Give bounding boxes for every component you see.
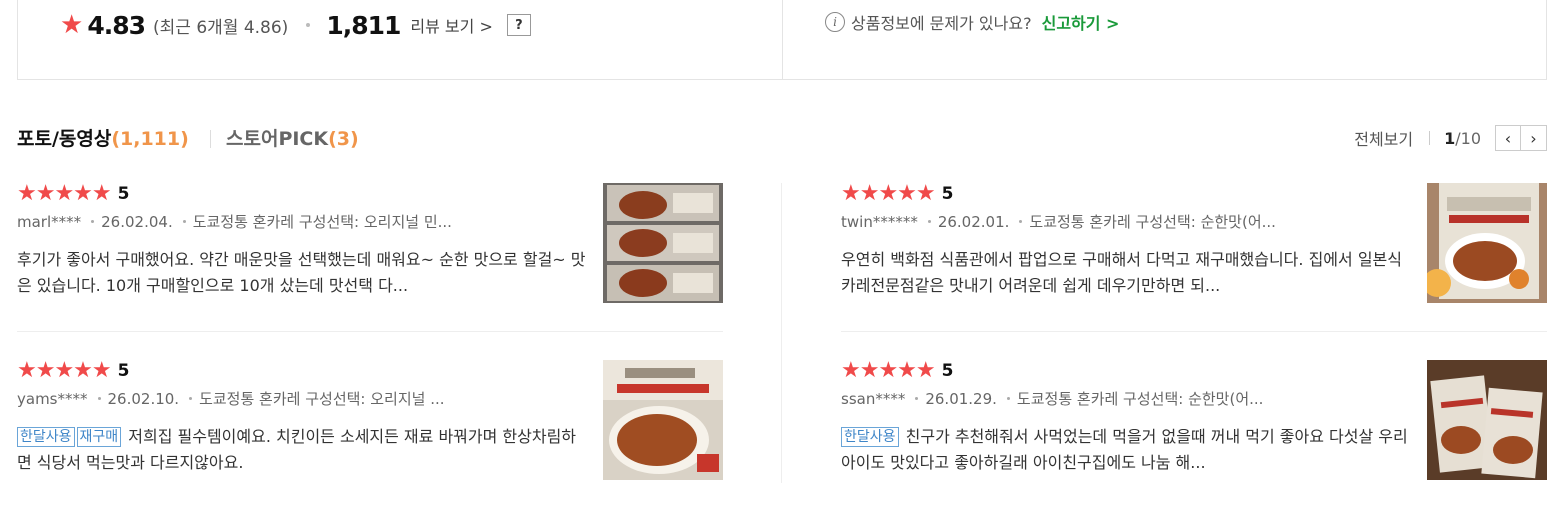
tab-photo-video[interactable]: 포토/동영상(1,111): [17, 124, 189, 151]
meta-dot: [189, 397, 193, 400]
info-icon: i: [825, 12, 845, 32]
review-meta: twin****** 26.02.01. 도쿄정통 혼카레 구성선택: 순한맛(…: [841, 211, 1361, 232]
pagination-controls: 전체보기 1/10 ‹ ›: [1354, 124, 1547, 152]
chevron-right-icon: ›: [1530, 128, 1537, 148]
review-score: 5: [117, 184, 130, 204]
tab-photo-count: (1,111): [111, 128, 189, 150]
star-rating-icon: ★★★★★: [17, 358, 112, 383]
report-question: 상품정보에 문제가 있나요?: [851, 14, 1032, 33]
help-button[interactable]: ?: [506, 14, 531, 36]
reviewer-id: yams****: [17, 389, 88, 408]
review-text: 후기가 좋아서 구매했어요. 약간 매운맛을 선택했는데 매워요~ 순한 맛으로…: [17, 250, 586, 295]
chevron-left-icon: ‹: [1504, 128, 1512, 148]
total-pages: /10: [1455, 128, 1481, 148]
review-meta: marl**** 26.02.04. 도쿄정통 혼카레 구성선택: 오리지널 민…: [17, 211, 537, 232]
tab-store-count: (3): [328, 128, 359, 150]
star-rating-icon: ★★★★★: [17, 181, 112, 206]
row-divider: [17, 331, 723, 332]
review-photo[interactable]: [1427, 360, 1547, 480]
review-date: 26.02.04.: [101, 212, 173, 231]
review-date: 26.02.01.: [937, 212, 1010, 231]
review-score: 5: [941, 184, 954, 204]
report-link[interactable]: 신고하기 >: [1042, 10, 1120, 34]
review-body: 친구가 추천해줘서 사먹었는데 먹을거 없을때 꺼내 먹기 좋아요 다섯살 우리…: [841, 427, 1408, 472]
row-divider: [841, 331, 1547, 332]
reviewer-id: twin******: [841, 212, 918, 231]
review-rating: ★★★★★ 5: [841, 360, 953, 382]
review-rating: ★★★★★ 5: [17, 183, 129, 205]
report-row: i 상품정보에 문제가 있나요? 신고하기 >: [825, 10, 1119, 34]
meta-dot: [1019, 220, 1023, 223]
rating-row: ★ 4.83 (최근 6개월 4.86) 1,811 리뷰 보기 > ?: [60, 8, 531, 42]
review-photo[interactable]: [603, 360, 723, 480]
review-score: 5: [117, 361, 130, 381]
tab-divider: [210, 130, 211, 148]
review-date: 26.01.29.: [925, 389, 997, 408]
tab-store-pick[interactable]: 스토어PICK(3): [226, 124, 359, 151]
review-text: 한달사용 재구매 저희집 필수템이예요. 치킨이든 소세지든 재료 바꿔가며 한상…: [17, 424, 587, 476]
view-reviews-link[interactable]: 리뷰 보기 >: [410, 13, 492, 37]
product-option: 도쿄정통 혼카레 구성선택: 오리지널 ...: [199, 390, 445, 408]
review-rating: ★★★★★ 5: [841, 183, 953, 205]
product-option: 도쿄정통 혼카레 구성선택: 순한맛(어...: [1029, 213, 1276, 231]
review-card[interactable]: ★★★★★ 5 twin****** 26.02.01. 도쿄정통 혼카레 구성…: [841, 183, 1547, 305]
meta-dot: [182, 220, 186, 223]
control-divider: [1429, 131, 1431, 145]
review-meta: ssan**** 26.01.29. 도쿄정통 혼카레 구성선택: 순한맛(어.…: [841, 388, 1361, 409]
prev-page-button[interactable]: ‹: [1495, 125, 1521, 151]
review-text: 한달사용 친구가 추천해줘서 사먹었는데 먹을거 없을때 꺼내 먹기 좋아요 다…: [841, 424, 1411, 476]
review-card[interactable]: ★★★★★ 5 ssan**** 26.01.29. 도쿄정통 혼카레 구성선택…: [841, 360, 1547, 482]
review-tag: 한달사용: [841, 427, 899, 447]
review-tag: 한달사용: [17, 427, 75, 447]
meta-dot: [927, 220, 931, 223]
page-indicator: 1/10: [1444, 129, 1481, 148]
reviewer-id: ssan****: [841, 389, 906, 408]
review-count: 1,811: [326, 10, 401, 40]
reviewer-id: marl****: [17, 212, 82, 231]
review-score: 5: [941, 361, 954, 381]
review-card[interactable]: ★★★★★ 5 marl**** 26.02.04. 도쿄정통 혼카레 구성선택…: [17, 183, 723, 305]
tab-store-label: 스토어PICK: [226, 128, 329, 150]
meta-dot: [915, 397, 919, 400]
next-page-button[interactable]: ›: [1521, 125, 1547, 151]
review-photo[interactable]: [1427, 183, 1547, 303]
review-text: 우연히 백화점 식품관에서 팝업으로 구매해서 다먹고 재구매했습니다. 집에서…: [841, 250, 1402, 295]
separator-dot: [306, 23, 311, 27]
meta-dot: [97, 397, 101, 400]
average-rating: 4.83: [87, 10, 146, 40]
review-tag: 재구매: [76, 427, 122, 447]
review-photo[interactable]: [603, 183, 723, 303]
view-all-link[interactable]: 전체보기: [1354, 126, 1413, 150]
recent-rating: (최근 6개월 4.86): [153, 17, 289, 38]
photo-review-header: 포토/동영상(1,111) 스토어PICK(3) 전체보기 1/10 ‹ ›: [17, 124, 1547, 154]
summary-divider: [782, 0, 783, 79]
current-page: 1: [1444, 128, 1456, 148]
review-card[interactable]: ★★★★★ 5 yams**** 26.02.10. 도쿄정통 혼카레 구성선택…: [17, 360, 723, 482]
review-rating: ★★★★★ 5: [17, 360, 129, 382]
star-rating-icon: ★★★★★: [841, 181, 936, 206]
tab-photo-label: 포토/동영상: [17, 128, 112, 150]
meta-dot: [1006, 397, 1010, 400]
review-date: 26.02.10.: [107, 389, 180, 408]
product-option: 도쿄정통 혼카레 구성선택: 오리지널 민...: [192, 213, 452, 231]
review-meta: yams**** 26.02.10. 도쿄정통 혼카레 구성선택: 오리지널 .…: [17, 388, 537, 409]
star-rating-icon: ★★★★★: [841, 358, 936, 383]
star-icon: ★: [60, 10, 84, 40]
column-divider: [781, 183, 782, 483]
meta-dot: [91, 220, 95, 223]
product-option: 도쿄정통 혼카레 구성선택: 순한맛(어...: [1016, 390, 1264, 408]
